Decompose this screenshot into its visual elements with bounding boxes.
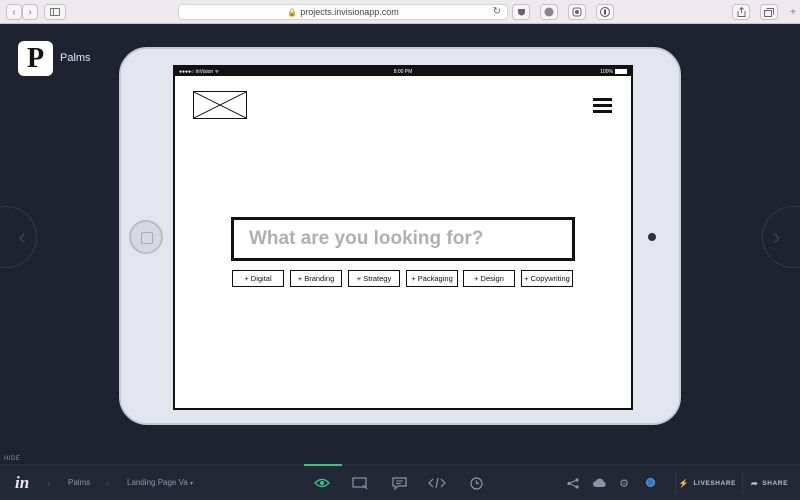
tabs-icon[interactable] <box>760 4 778 20</box>
lightning-icon: ⚡ <box>678 478 690 488</box>
pocket-icon[interactable] <box>512 4 530 20</box>
preview-eye-icon[interactable] <box>313 476 331 490</box>
tag-list: + Digital + Branding + Strategy + Packag… <box>232 270 577 288</box>
url-text: projects.invisionapp.com <box>300 7 399 17</box>
wireframe-logo-placeholder[interactable] <box>193 91 247 119</box>
camera-icon <box>648 233 656 241</box>
hide-toolbar-button[interactable]: HIDE <box>4 456 20 462</box>
sidebar-icon[interactable] <box>44 4 66 20</box>
project-logo[interactable]: P <box>18 41 53 76</box>
breadcrumb-screen[interactable]: Landing Page Va ▾ <box>127 478 193 487</box>
history-icon[interactable] <box>467 476 485 490</box>
invision-logo[interactable]: in <box>15 473 29 493</box>
back-icon[interactable]: ‹ <box>6 4 22 20</box>
tag-design[interactable]: + Design <box>463 270 515 287</box>
battery-indicator: 100% <box>600 69 627 75</box>
address-bar[interactable]: 🔒 projects.invisionapp.com ↻ <box>178 4 508 20</box>
forward-icon[interactable]: › <box>22 4 38 20</box>
status-dot <box>646 478 655 487</box>
reload-icon[interactable]: ↻ <box>493 6 501 17</box>
liveshare-button[interactable]: ⚡ LIVESHARE <box>675 472 739 494</box>
chevron-down-icon: ▾ <box>190 481 194 487</box>
gear-icon[interactable]: ⚙ <box>617 477 631 490</box>
home-button-icon <box>129 220 163 254</box>
active-tool-indicator <box>304 464 342 466</box>
comment-mode-icon[interactable] <box>351 476 369 490</box>
breadcrumb-project[interactable]: Palms <box>68 478 90 487</box>
extension-icon[interactable] <box>568 4 586 20</box>
hamburger-menu-icon[interactable] <box>593 98 612 114</box>
device-status-bar: ●●●●○ InVision ᯤ 8:00 PM 100% <box>175 67 631 76</box>
tag-digital[interactable]: + Digital <box>232 270 284 287</box>
status-time: 8:00 PM <box>393 68 413 75</box>
share-icon[interactable] <box>732 4 750 20</box>
comment-icon[interactable] <box>390 476 408 490</box>
onepassword-icon[interactable] <box>596 4 614 20</box>
tag-branding[interactable]: + Branding <box>290 270 342 287</box>
share-button[interactable]: ➦ SHARE <box>742 472 796 494</box>
tag-copywriting[interactable]: + Copywriting <box>521 270 573 287</box>
abp-icon[interactable] <box>540 4 558 20</box>
next-screen-arrow-icon[interactable]: › <box>762 206 800 268</box>
cloud-sync-icon[interactable] <box>592 477 606 489</box>
search-input[interactable]: What are you looking for? <box>231 217 575 261</box>
lock-icon: 🔒 <box>287 7 298 17</box>
share-arrow-icon: ➦ <box>750 478 759 488</box>
tag-packaging[interactable]: + Packaging <box>406 270 458 287</box>
project-name: Palms <box>60 52 91 64</box>
prototype-screen: ●●●●○ InVision ᯤ 8:00 PM 100% What are y… <box>173 65 633 410</box>
browser-toolbar: ‹ › 🔒 projects.invisionapp.com ↻ + <box>0 0 800 24</box>
new-tab-icon[interactable]: + <box>786 4 800 20</box>
inspect-code-icon[interactable] <box>428 476 446 490</box>
battery-icon <box>615 68 627 74</box>
share-nodes-icon[interactable] <box>566 477 580 489</box>
chevron-right-icon: › <box>47 478 50 488</box>
tag-strategy[interactable]: + Strategy <box>348 270 400 287</box>
chevron-right-icon: › <box>106 478 109 488</box>
previous-screen-arrow-icon[interactable]: ‹ <box>0 206 37 268</box>
